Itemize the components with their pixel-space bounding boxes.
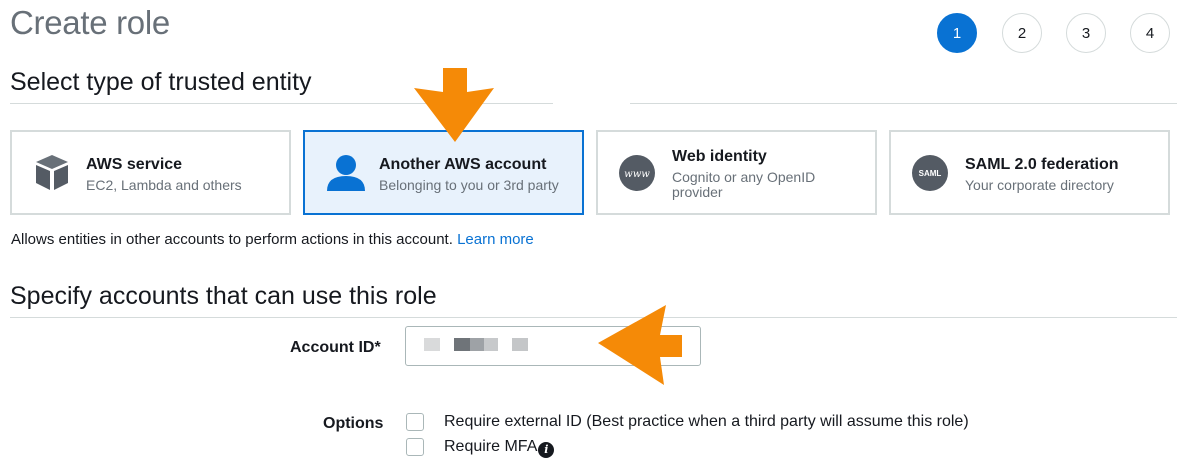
require-external-id-label: Require external ID (Best practice when … — [444, 413, 969, 430]
card-title: AWS service — [86, 156, 183, 173]
card-aws-service[interactable]: AWS service EC2, Lambda and others — [10, 130, 291, 215]
step-4[interactable]: 4 — [1130, 13, 1170, 53]
trusted-entity-heading: Select type of trusted entity — [10, 68, 312, 96]
card-subtitle: Your corporate directory — [965, 177, 1114, 193]
user-icon — [325, 152, 367, 197]
svg-text:www: www — [624, 169, 650, 180]
account-id-label: Account ID* — [290, 339, 381, 356]
require-mfa-checkbox[interactable] — [406, 438, 424, 456]
require-mfa-label: Require MFA — [444, 438, 538, 455]
svg-text:SAML: SAML — [919, 169, 942, 178]
accounts-heading: Specify accounts that can use this role — [10, 282, 437, 310]
heading-divider-right — [630, 103, 1177, 104]
learn-more-link[interactable]: Learn more — [457, 231, 534, 248]
cube-icon — [32, 152, 72, 197]
options-label: Options — [323, 415, 384, 432]
step-1[interactable]: 1 — [937, 13, 977, 53]
card-saml-federation[interactable]: SAML SAML 2.0 federation Your corporate … — [889, 130, 1170, 215]
annotation-arrow-left — [594, 303, 684, 392]
page-title: Create role — [10, 4, 170, 41]
saml-icon: SAML — [911, 154, 949, 197]
card-title: Web identity — [672, 148, 767, 165]
card-subtitle: Cognito or any OpenID provider — [672, 169, 816, 200]
step-2[interactable]: 2 — [1002, 13, 1042, 53]
card-title: SAML 2.0 federation — [965, 156, 1119, 173]
card-subtitle: Belonging to you or 3rd party — [379, 177, 559, 193]
require-mfa-row: Require MFA i — [444, 438, 555, 458]
help-description: Allows entities in other accounts to per… — [11, 231, 453, 248]
require-external-id-checkbox[interactable] — [406, 413, 424, 431]
card-subtitle: EC2, Lambda and others — [86, 177, 242, 193]
help-text: Allows entities in other accounts to per… — [11, 231, 534, 248]
annotation-arrow-down — [410, 68, 496, 149]
step-3[interactable]: 3 — [1066, 13, 1106, 53]
www-icon: www — [618, 154, 656, 197]
info-icon[interactable]: i — [538, 442, 555, 458]
card-web-identity[interactable]: www Web identity Cognito or any OpenID p… — [596, 130, 877, 215]
card-title: Another AWS account — [379, 156, 547, 173]
